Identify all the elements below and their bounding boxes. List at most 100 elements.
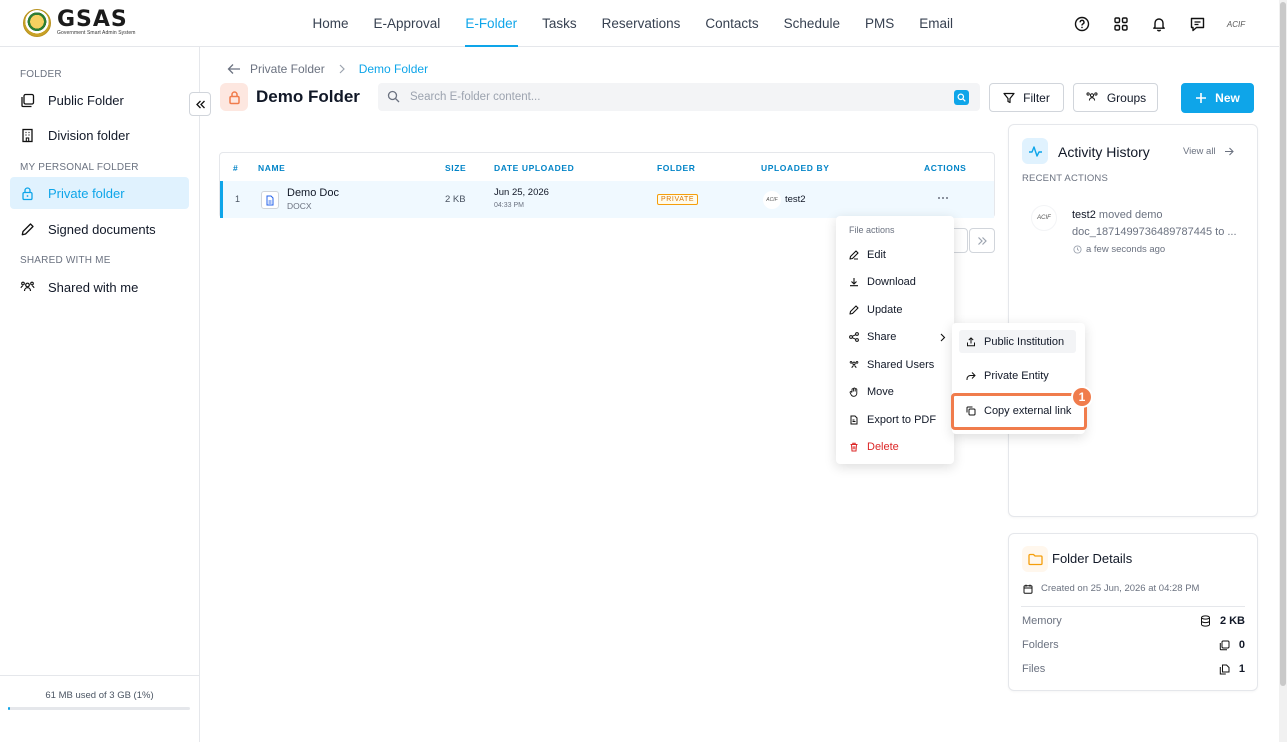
- menu-item-shared-users[interactable]: Shared Users: [836, 352, 954, 378]
- folder-details-panel: Folder Details Created on 25 Jun, 2026 a…: [1008, 533, 1258, 691]
- nav-e-approval[interactable]: E-Approval: [361, 0, 453, 47]
- menu-item-download[interactable]: Download: [836, 269, 954, 295]
- search-input[interactable]: [410, 83, 930, 111]
- top-navigation-bar: GSAS Government Smart Admin System Home …: [0, 0, 1279, 47]
- files-table: # NAME SIZE DATE UPLOADED FOLDER UPLOADE…: [219, 152, 995, 218]
- column-header-index: #: [233, 163, 239, 173]
- breadcrumb-parent[interactable]: Private Folder: [250, 62, 325, 76]
- collapse-sidebar-button[interactable]: [189, 92, 211, 116]
- menu-title: File actions: [849, 225, 895, 235]
- nav-home[interactable]: Home: [300, 0, 361, 47]
- sidebar-item-private-folder[interactable]: Private folder: [10, 177, 189, 209]
- search-submit-button[interactable]: [954, 90, 969, 105]
- menu-item-update[interactable]: Update: [836, 297, 954, 323]
- new-button[interactable]: New: [1181, 83, 1254, 113]
- help-icon[interactable]: [1070, 12, 1094, 36]
- folders-row: Folders 0: [1022, 639, 1245, 651]
- menu-item-label: Edit: [867, 249, 886, 261]
- memory-value: 2 KB: [1219, 615, 1245, 627]
- main-nav: Home E-Approval E-Folder Tasks Reservati…: [300, 0, 966, 47]
- filter-button[interactable]: Filter: [989, 83, 1064, 112]
- edit-icon: [849, 250, 859, 260]
- arrow-left-icon[interactable]: [227, 63, 241, 75]
- share-upload-icon: [967, 336, 975, 346]
- files-label: Files: [1022, 663, 1046, 675]
- activity-user: test2: [1072, 209, 1096, 221]
- filter-label: Filter: [1023, 90, 1050, 105]
- sidebar-item-shared-with-me[interactable]: Shared with me: [10, 271, 189, 303]
- share-private-entity[interactable]: Private Entity: [959, 364, 1076, 387]
- sidebar-item-division-folder[interactable]: Division folder: [10, 119, 189, 151]
- view-all-link[interactable]: View all: [1183, 146, 1234, 157]
- storage-text: 61 MB used of 3 GB (1%): [45, 690, 154, 701]
- users-icon: [20, 281, 35, 291]
- recent-actions-label: RECENT ACTIONS: [1022, 173, 1109, 184]
- pagination-last-button[interactable]: [969, 228, 995, 253]
- menu-item-export-pdf[interactable]: Export to PDF: [836, 407, 954, 433]
- new-label: New: [1215, 91, 1240, 105]
- groups-label: Groups: [1106, 90, 1147, 105]
- created-date-label: Created on 25 Jun, 2026 at 04:28 PM: [1041, 583, 1200, 594]
- chevron-right-icon: [940, 333, 946, 341]
- folder-icon: [1022, 546, 1048, 572]
- scrollbar-thumb[interactable]: [1280, 2, 1286, 686]
- folder-copy-icon: [21, 93, 35, 107]
- table-row[interactable]: 1 Demo Doc DOCX 2 KB Jun 25, 2026 04:33 …: [220, 181, 994, 218]
- folders-value: 0: [1238, 639, 1245, 651]
- menu-item-label: Delete: [867, 441, 899, 453]
- nav-email[interactable]: Email: [907, 0, 966, 47]
- copy-icon: [966, 406, 976, 415]
- app-logo[interactable]: GSAS Government Smart Admin System: [23, 9, 135, 37]
- file-name[interactable]: Demo Doc: [287, 187, 339, 199]
- sidebar-item-label: Shared with me: [48, 279, 139, 295]
- logo-subtitle: Government Smart Admin System: [57, 30, 136, 36]
- activity-avatar: ACIF: [1031, 205, 1057, 231]
- activity-time-label: a few seconds ago: [1086, 244, 1166, 255]
- column-header-size[interactable]: SIZE: [445, 163, 466, 173]
- storage-progress-fill: [8, 707, 10, 710]
- share-public-institution[interactable]: Public Institution: [959, 330, 1076, 353]
- row-actions-button[interactable]: [933, 190, 953, 206]
- nav-e-folder[interactable]: E-Folder: [453, 0, 530, 47]
- submenu-item-label: Copy external link: [984, 404, 1072, 417]
- pencil-icon: [849, 305, 859, 315]
- forward-arrow-icon: [966, 371, 976, 380]
- nav-reservations[interactable]: Reservations: [589, 0, 693, 47]
- activity-history-panel: Activity History View all RECENT ACTIONS…: [1008, 124, 1258, 517]
- sidebar-item-signed-documents[interactable]: Signed documents: [10, 213, 189, 245]
- menu-item-delete[interactable]: Delete: [836, 434, 954, 460]
- user-avatar[interactable]: ACIF: [1224, 12, 1248, 36]
- users-icon: [849, 361, 859, 369]
- column-header-name[interactable]: NAME: [258, 163, 285, 173]
- nav-pms[interactable]: PMS: [852, 0, 906, 47]
- nav-schedule[interactable]: Schedule: [771, 0, 852, 47]
- menu-item-share[interactable]: Share: [836, 324, 954, 350]
- nav-tasks[interactable]: Tasks: [530, 0, 590, 47]
- plus-icon: [1196, 93, 1207, 103]
- menu-item-label: Shared Users: [867, 359, 935, 371]
- hand-move-icon: [849, 387, 858, 397]
- apps-grid-icon[interactable]: [1109, 12, 1133, 36]
- bell-icon[interactable]: [1147, 12, 1171, 36]
- menu-item-label: Export to PDF: [867, 414, 937, 426]
- page-scrollbar[interactable]: [1279, 0, 1287, 742]
- file-actions-menu: File actions Edit Download Update Share …: [836, 216, 954, 464]
- search-icon: [387, 90, 400, 103]
- menu-item-move[interactable]: Move: [836, 379, 954, 405]
- groups-button[interactable]: Groups: [1073, 83, 1158, 112]
- column-header-date[interactable]: DATE UPLOADED: [494, 163, 574, 173]
- share-submenu: Public Institution Private Entity Copy e…: [952, 323, 1085, 434]
- lock-icon: [220, 83, 248, 111]
- database-icon: [1200, 615, 1210, 627]
- chevron-right-icon: [339, 64, 345, 74]
- lock-icon: [22, 186, 33, 200]
- sidebar-item-public-folder[interactable]: Public Folder: [10, 84, 189, 116]
- column-header-actions: ACTIONS: [924, 163, 967, 173]
- breadcrumb: Private Folder Demo Folder: [227, 62, 428, 76]
- copy-external-link[interactable]: Copy external link: [959, 399, 1076, 422]
- nav-contacts[interactable]: Contacts: [693, 0, 771, 47]
- more-horizontal-icon: [938, 197, 948, 199]
- menu-item-edit[interactable]: Edit: [836, 242, 954, 268]
- logo-title: GSAS: [57, 7, 128, 32]
- chat-icon[interactable]: [1186, 12, 1210, 36]
